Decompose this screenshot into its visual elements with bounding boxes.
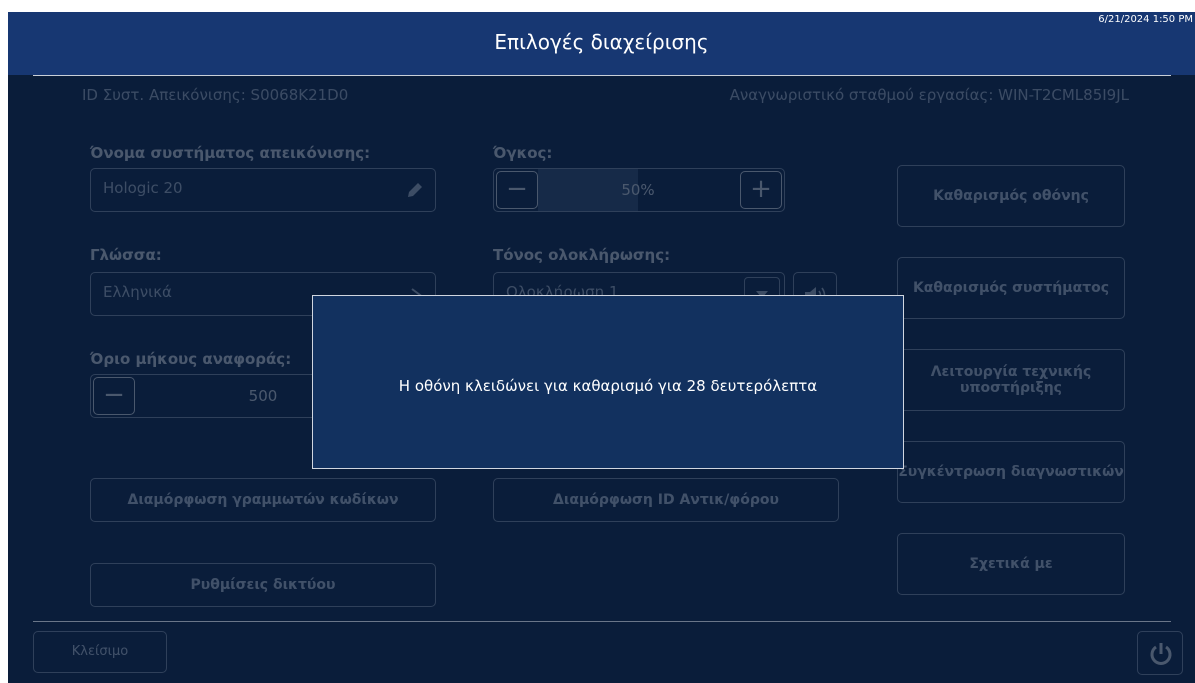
- reagent-id-config-button[interactable]: Διαμόρφωση ID Αντικ/φόρου: [493, 478, 839, 522]
- power-icon: [1150, 643, 1172, 665]
- collect-diagnostics-button[interactable]: Συγκέντρωση διαγνωστικών: [897, 441, 1125, 503]
- network-settings-button[interactable]: Ρυθμίσεις δικτύου: [90, 563, 436, 607]
- volume-value: 50%: [621, 181, 655, 199]
- about-button[interactable]: Σχετικά με: [897, 533, 1125, 595]
- system-name-field[interactable]: Hologic 20: [90, 168, 436, 212]
- volume-label: Όγκος:: [493, 144, 553, 162]
- barcode-config-button[interactable]: Διαμόρφωση γραμμωτών κωδίκων: [90, 478, 436, 522]
- clean-screen-button[interactable]: Καθαρισμός οθόνης: [897, 165, 1125, 227]
- completion-tone-label: Τόνος ολοκλήρωσης:: [493, 246, 671, 264]
- system-name-label: Όνομα συστήματος απεικόνισης:: [90, 144, 371, 162]
- title-bar: Επιλογές διαχείρισης 6/21/2024 1:50 PM: [8, 12, 1195, 75]
- volume-decrease-button[interactable]: −: [496, 171, 538, 209]
- language-label: Γλώσσα:: [90, 246, 162, 264]
- workstation-id: Αναγνωριστικό σταθμού εργασίας: WIN-T2CM…: [729, 86, 1129, 104]
- system-name-value: Hologic 20: [103, 179, 183, 197]
- report-length-label: Όριο μήκους αναφοράς:: [90, 350, 292, 368]
- datetime: 6/21/2024 1:50 PM: [1098, 14, 1193, 25]
- support-mode-button[interactable]: Λειτουργία τεχνικής υποστήριξης: [897, 349, 1125, 411]
- close-button[interactable]: Κλείσιμο: [33, 631, 167, 673]
- dialog-message: Η οθόνη κλειδώνει για καθαρισμό για 28 δ…: [398, 377, 818, 395]
- footer: Κλείσιμο: [8, 621, 1195, 683]
- volume-increase-button[interactable]: +: [740, 171, 782, 209]
- pencil-icon[interactable]: [405, 180, 425, 200]
- power-button[interactable]: [1137, 631, 1183, 675]
- page-title: Επιλογές διαχείρισης: [494, 30, 709, 54]
- report-length-decrease-button[interactable]: −: [93, 377, 135, 415]
- system-id: ID Συστ. Απεικόνισης: S0068K21D0: [82, 86, 349, 104]
- language-value: Ελληνικά: [103, 283, 172, 301]
- admin-options-screen: Επιλογές διαχείρισης 6/21/2024 1:50 PM I…: [8, 12, 1195, 683]
- screen-lock-dialog: Η οθόνη κλειδώνει για καθαρισμό για 28 δ…: [312, 295, 904, 469]
- clean-system-button[interactable]: Καθαρισμός συστήματος: [897, 257, 1125, 319]
- volume-stepper: − 50% +: [493, 168, 785, 212]
